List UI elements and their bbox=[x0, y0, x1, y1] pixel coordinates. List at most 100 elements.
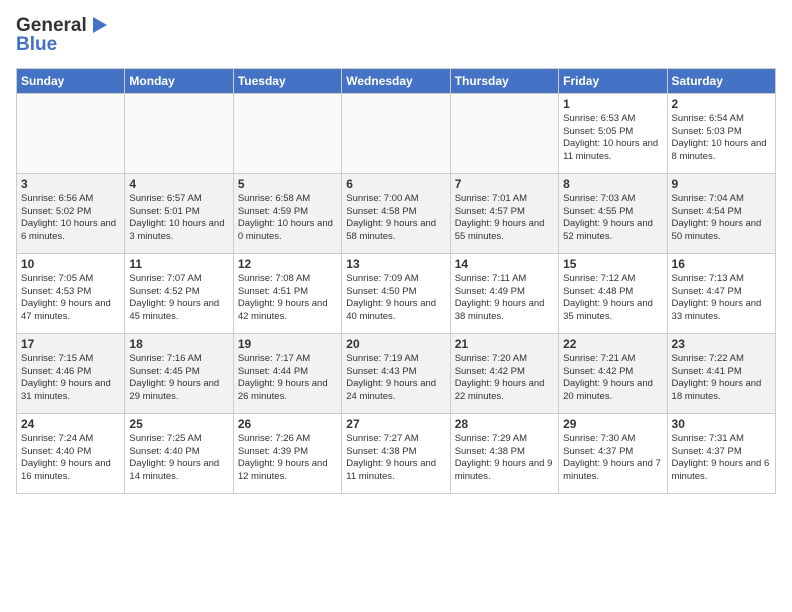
day-info: Sunrise: 7:19 AMSunset: 4:43 PMDaylight:… bbox=[346, 353, 445, 404]
day-info: Sunrise: 7:15 AMSunset: 4:46 PMDaylight:… bbox=[21, 353, 120, 404]
calendar-day-cell: 11 Sunrise: 7:07 AMSunset: 4:52 PMDayligh… bbox=[125, 253, 233, 333]
calendar-day-cell bbox=[233, 93, 341, 173]
day-number: 9 bbox=[672, 177, 771, 191]
calendar-header-row: SundayMondayTuesdayWednesdayThursdayFrid… bbox=[17, 68, 776, 93]
day-number: 11 bbox=[129, 257, 228, 271]
calendar-week-row: 10 Sunrise: 7:05 AMSunset: 4:53 PMDayligh… bbox=[17, 253, 776, 333]
day-number: 1 bbox=[563, 97, 662, 111]
day-info: Sunrise: 7:30 AMSunset: 4:37 PMDaylight:… bbox=[563, 433, 662, 484]
day-info: Sunrise: 7:03 AMSunset: 4:55 PMDaylight:… bbox=[563, 193, 662, 244]
calendar-day-cell: 24 Sunrise: 7:24 AMSunset: 4:40 PMDayligh… bbox=[17, 413, 125, 493]
day-info: Sunrise: 7:08 AMSunset: 4:51 PMDaylight:… bbox=[238, 273, 337, 324]
day-info: Sunrise: 7:26 AMSunset: 4:39 PMDaylight:… bbox=[238, 433, 337, 484]
day-info: Sunrise: 7:07 AMSunset: 4:52 PMDaylight:… bbox=[129, 273, 228, 324]
calendar-day-cell bbox=[17, 93, 125, 173]
day-number: 20 bbox=[346, 337, 445, 351]
day-number: 4 bbox=[129, 177, 228, 191]
day-number: 6 bbox=[346, 177, 445, 191]
day-number: 8 bbox=[563, 177, 662, 191]
day-info: Sunrise: 7:22 AMSunset: 4:41 PMDaylight:… bbox=[672, 353, 771, 404]
day-info: Sunrise: 6:54 AMSunset: 5:03 PMDaylight:… bbox=[672, 113, 771, 164]
calendar-day-cell bbox=[125, 93, 233, 173]
day-number: 19 bbox=[238, 337, 337, 351]
day-info: Sunrise: 7:24 AMSunset: 4:40 PMDaylight:… bbox=[21, 433, 120, 484]
day-info: Sunrise: 6:53 AMSunset: 5:05 PMDaylight:… bbox=[563, 113, 662, 164]
calendar-day-cell: 6Sunrise: 7:00 AMSunset: 4:58 PMDaylight… bbox=[342, 173, 450, 253]
calendar-day-cell: 30Sunrise: 7:31 AMSunset: 4:37 PMDayligh… bbox=[667, 413, 775, 493]
page-header: General Blue bbox=[16, 16, 776, 56]
calendar-day-cell: 14Sunrise: 7:11 AMSunset: 4:49 PMDayligh… bbox=[450, 253, 558, 333]
day-number: 10 bbox=[21, 257, 120, 271]
weekday-header-tuesday: Tuesday bbox=[233, 68, 341, 93]
calendar-day-cell: 10 Sunrise: 7:05 AMSunset: 4:53 PMDayligh… bbox=[17, 253, 125, 333]
day-number: 15 bbox=[563, 257, 662, 271]
calendar-day-cell: 20 Sunrise: 7:19 AMSunset: 4:43 PMDayligh… bbox=[342, 333, 450, 413]
calendar-week-row: 17 Sunrise: 7:15 AMSunset: 4:46 PMDayligh… bbox=[17, 333, 776, 413]
weekday-header-monday: Monday bbox=[125, 68, 233, 93]
logo-chevron-icon bbox=[89, 14, 111, 36]
logo: General Blue bbox=[16, 16, 111, 56]
calendar-day-cell bbox=[342, 93, 450, 173]
day-info: Sunrise: 7:12 AMSunset: 4:48 PMDaylight:… bbox=[563, 273, 662, 324]
day-number: 24 bbox=[21, 417, 120, 431]
calendar-day-cell: 23 Sunrise: 7:22 AMSunset: 4:41 PMDayligh… bbox=[667, 333, 775, 413]
day-number: 3 bbox=[21, 177, 120, 191]
calendar-week-row: 3 Sunrise: 6:56 AMSunset: 5:02 PMDaylight… bbox=[17, 173, 776, 253]
calendar-day-cell: 19 Sunrise: 7:17 AMSunset: 4:44 PMDayligh… bbox=[233, 333, 341, 413]
day-number: 23 bbox=[672, 337, 771, 351]
day-info: Sunrise: 7:17 AMSunset: 4:44 PMDaylight:… bbox=[238, 353, 337, 404]
calendar-day-cell: 26 Sunrise: 7:26 AMSunset: 4:39 PMDayligh… bbox=[233, 413, 341, 493]
day-number: 2 bbox=[672, 97, 771, 111]
calendar-day-cell: 5 Sunrise: 6:58 AMSunset: 4:59 PMDaylight… bbox=[233, 173, 341, 253]
day-info: Sunrise: 7:09 AMSunset: 4:50 PMDaylight:… bbox=[346, 273, 445, 324]
logo-visual: General Blue bbox=[16, 16, 111, 56]
day-number: 21 bbox=[455, 337, 554, 351]
day-info: Sunrise: 7:25 AMSunset: 4:40 PMDaylight:… bbox=[129, 433, 228, 484]
calendar-week-row: 24 Sunrise: 7:24 AMSunset: 4:40 PMDayligh… bbox=[17, 413, 776, 493]
day-number: 17 bbox=[21, 337, 120, 351]
day-info: Sunrise: 7:01 AMSunset: 4:57 PMDaylight:… bbox=[455, 193, 554, 244]
day-info: Sunrise: 7:13 AMSunset: 4:47 PMDaylight:… bbox=[672, 273, 771, 324]
calendar-day-cell: 21Sunrise: 7:20 AMSunset: 4:42 PMDayligh… bbox=[450, 333, 558, 413]
calendar-day-cell: 12Sunrise: 7:08 AMSunset: 4:51 PMDayligh… bbox=[233, 253, 341, 333]
day-number: 5 bbox=[238, 177, 337, 191]
day-number: 27 bbox=[346, 417, 445, 431]
day-number: 13 bbox=[346, 257, 445, 271]
weekday-header-thursday: Thursday bbox=[450, 68, 558, 93]
weekday-header-wednesday: Wednesday bbox=[342, 68, 450, 93]
calendar-day-cell: 1 Sunrise: 6:53 AMSunset: 5:05 PMDaylight… bbox=[559, 93, 667, 173]
day-info: Sunrise: 6:58 AMSunset: 4:59 PMDaylight:… bbox=[238, 193, 337, 244]
day-number: 22 bbox=[563, 337, 662, 351]
calendar-day-cell: 16Sunrise: 7:13 AMSunset: 4:47 PMDayligh… bbox=[667, 253, 775, 333]
weekday-header-sunday: Sunday bbox=[17, 68, 125, 93]
calendar-day-cell bbox=[450, 93, 558, 173]
calendar-day-cell: 25 Sunrise: 7:25 AMSunset: 4:40 PMDayligh… bbox=[125, 413, 233, 493]
calendar-day-cell: 28 Sunrise: 7:29 AMSunset: 4:38 PMDayligh… bbox=[450, 413, 558, 493]
calendar-day-cell: 27Sunrise: 7:27 AMSunset: 4:38 PMDayligh… bbox=[342, 413, 450, 493]
day-info: Sunrise: 7:21 AMSunset: 4:42 PMDaylight:… bbox=[563, 353, 662, 404]
calendar-day-cell: 18Sunrise: 7:16 AMSunset: 4:45 PMDayligh… bbox=[125, 333, 233, 413]
calendar-day-cell: 17 Sunrise: 7:15 AMSunset: 4:46 PMDayligh… bbox=[17, 333, 125, 413]
day-info: Sunrise: 7:16 AMSunset: 4:45 PMDaylight:… bbox=[129, 353, 228, 404]
day-number: 30 bbox=[672, 417, 771, 431]
weekday-header-saturday: Saturday bbox=[667, 68, 775, 93]
day-info: Sunrise: 6:56 AMSunset: 5:02 PMDaylight:… bbox=[21, 193, 120, 244]
day-number: 28 bbox=[455, 417, 554, 431]
day-number: 25 bbox=[129, 417, 228, 431]
day-info: Sunrise: 7:29 AMSunset: 4:38 PMDaylight:… bbox=[455, 433, 554, 484]
calendar-day-cell: 2 Sunrise: 6:54 AMSunset: 5:03 PMDaylight… bbox=[667, 93, 775, 173]
calendar-week-row: 1 Sunrise: 6:53 AMSunset: 5:05 PMDaylight… bbox=[17, 93, 776, 173]
calendar-table: SundayMondayTuesdayWednesdayThursdayFrid… bbox=[16, 68, 776, 494]
calendar-day-cell: 13 Sunrise: 7:09 AMSunset: 4:50 PMDayligh… bbox=[342, 253, 450, 333]
calendar-day-cell: 29Sunrise: 7:30 AMSunset: 4:37 PMDayligh… bbox=[559, 413, 667, 493]
day-info: Sunrise: 7:04 AMSunset: 4:54 PMDaylight:… bbox=[672, 193, 771, 244]
day-info: Sunrise: 6:57 AMSunset: 5:01 PMDaylight:… bbox=[129, 193, 228, 244]
calendar-day-cell: 22 Sunrise: 7:21 AMSunset: 4:42 PMDayligh… bbox=[559, 333, 667, 413]
calendar-day-cell: 15 Sunrise: 7:12 AMSunset: 4:48 PMDayligh… bbox=[559, 253, 667, 333]
day-info: Sunrise: 7:05 AMSunset: 4:53 PMDaylight:… bbox=[21, 273, 120, 324]
calendar-day-cell: 7Sunrise: 7:01 AMSunset: 4:57 PMDaylight… bbox=[450, 173, 558, 253]
calendar-day-cell: 4 Sunrise: 6:57 AMSunset: 5:01 PMDaylight… bbox=[125, 173, 233, 253]
calendar-day-cell: 3 Sunrise: 6:56 AMSunset: 5:02 PMDaylight… bbox=[17, 173, 125, 253]
day-number: 26 bbox=[238, 417, 337, 431]
weekday-header-friday: Friday bbox=[559, 68, 667, 93]
